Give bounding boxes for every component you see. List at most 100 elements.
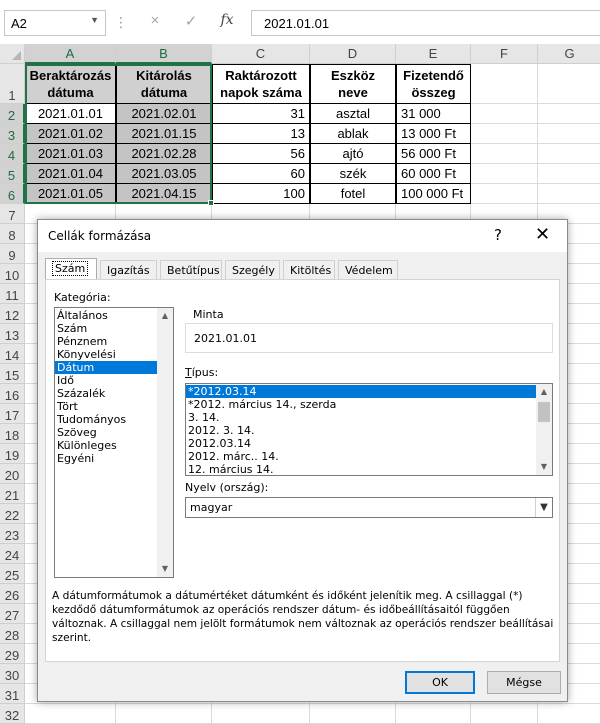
cancel-button[interactable]: Mégse <box>487 671 561 694</box>
row-header-32[interactable]: 32 <box>0 704 25 724</box>
scroll-thumb[interactable] <box>538 402 550 422</box>
cell[interactable] <box>471 104 538 124</box>
table-cell[interactable]: 100 <box>212 184 310 204</box>
cell[interactable] <box>471 704 538 724</box>
column-header-d[interactable]: D <box>310 44 396 64</box>
column-header-b[interactable]: B <box>116 44 212 64</box>
table-cell[interactable]: 2021.01.02 <box>25 124 116 144</box>
column-header-e[interactable]: E <box>396 44 471 64</box>
cell[interactable] <box>116 704 212 724</box>
table-cell[interactable]: 2021.01.03 <box>25 144 116 164</box>
table-header-cell[interactable]: Beraktározás dátuma <box>25 64 116 104</box>
table-header-cell[interactable]: Kitárolás dátuma <box>116 64 212 104</box>
cell[interactable] <box>538 104 600 124</box>
cell[interactable] <box>471 144 538 164</box>
scroll-up-icon[interactable]: ▲ <box>536 384 552 400</box>
row-header-23[interactable]: 23 <box>0 524 25 544</box>
table-cell[interactable]: 100 000 Ft <box>396 184 471 204</box>
row-header-16[interactable]: 16 <box>0 384 25 404</box>
category-item[interactable]: Könyvelési <box>55 348 157 361</box>
tab-3[interactable]: Betűtípus <box>160 260 222 280</box>
row-header-15[interactable]: 15 <box>0 364 25 384</box>
table-cell[interactable]: asztal <box>310 104 396 124</box>
cell[interactable] <box>538 144 600 164</box>
column-header-a[interactable]: A <box>25 44 116 64</box>
row-header-2[interactable]: 2 <box>0 104 25 124</box>
row-header-13[interactable]: 13 <box>0 324 25 344</box>
cell[interactable] <box>538 164 600 184</box>
cell[interactable] <box>471 184 538 204</box>
cell[interactable] <box>538 184 600 204</box>
type-item[interactable]: 3. 14. <box>186 411 536 424</box>
table-cell[interactable]: 2021.02.01 <box>116 104 212 124</box>
type-item[interactable]: 2012. 3. 14. <box>186 424 536 437</box>
type-list[interactable]: *2012.03.14 *2012. március 14., szerda 3. … <box>185 383 553 476</box>
fill-handle[interactable] <box>208 200 214 206</box>
type-item[interactable]: *2012.03.14 <box>186 385 536 398</box>
category-item[interactable]: Általános <box>55 309 157 322</box>
row-header-12[interactable]: 12 <box>0 304 25 324</box>
row-header-3[interactable]: 3 <box>0 124 25 144</box>
formula-bar-grip-icon[interactable]: ⋮ <box>114 14 128 31</box>
table-cell[interactable]: 31 000 <box>396 104 471 124</box>
category-item[interactable]: Tört <box>55 400 157 413</box>
category-item[interactable]: Különleges <box>55 439 157 452</box>
column-header-c[interactable]: C <box>212 44 310 64</box>
insert-function-icon[interactable]: fx <box>217 12 237 28</box>
row-header-27[interactable]: 27 <box>0 604 25 624</box>
type-item[interactable]: *2012. március 14., szerda <box>186 398 536 411</box>
cell[interactable] <box>471 124 538 144</box>
type-item[interactable]: 12. március 14. <box>186 463 536 475</box>
table-cell[interactable]: ajtó <box>310 144 396 164</box>
category-item[interactable]: Egyéni <box>55 452 157 465</box>
table-cell[interactable]: 2021.02.28 <box>116 144 212 164</box>
category-scrollbar[interactable]: ▲ ▼ <box>157 308 173 577</box>
name-box[interactable]: A2 ▼ <box>4 10 106 36</box>
chevron-down-icon[interactable]: ▼ <box>535 498 552 517</box>
row-header-10[interactable]: 10 <box>0 264 25 284</box>
formula-input[interactable]: 2021.01.01 <box>251 10 600 36</box>
close-icon[interactable]: ✕ <box>535 224 550 245</box>
row-header-18[interactable]: 18 <box>0 424 25 444</box>
cell[interactable] <box>538 704 600 724</box>
category-item[interactable]: Szám <box>55 322 157 335</box>
table-cell[interactable]: ablak <box>310 124 396 144</box>
locale-select[interactable]: magyar ▼ <box>185 497 553 518</box>
row-header-20[interactable]: 20 <box>0 464 25 484</box>
row-header-26[interactable]: 26 <box>0 584 25 604</box>
cell[interactable] <box>25 704 116 724</box>
table-cell[interactable]: 60 000 Ft <box>396 164 471 184</box>
table-header-cell[interactable]: Eszköz neve <box>310 64 396 104</box>
row-header-1[interactable]: 1 <box>0 64 25 104</box>
row-header-11[interactable]: 11 <box>0 284 25 304</box>
row-header-24[interactable]: 24 <box>0 544 25 564</box>
table-cell[interactable]: 2021.01.01 <box>25 104 116 124</box>
cell[interactable] <box>310 704 396 724</box>
table-cell[interactable]: 13 000 Ft <box>396 124 471 144</box>
column-header-g[interactable]: G <box>538 44 600 64</box>
column-header-f[interactable]: F <box>471 44 538 64</box>
type-item[interactable]: 2012. márc.. 14. <box>186 450 536 463</box>
cell[interactable] <box>471 164 538 184</box>
type-scrollbar[interactable]: ▲ ▼ <box>536 384 552 475</box>
row-header-28[interactable]: 28 <box>0 624 25 644</box>
scroll-down-icon[interactable]: ▼ <box>157 561 173 577</box>
scroll-up-icon[interactable]: ▲ <box>157 308 173 324</box>
row-header-17[interactable]: 17 <box>0 404 25 424</box>
row-header-8[interactable]: 8 <box>0 224 25 244</box>
enter-icon[interactable]: ✓ <box>181 12 201 30</box>
chevron-down-icon[interactable]: ▼ <box>90 15 99 25</box>
row-header-31[interactable]: 31 <box>0 684 25 704</box>
select-all-corner[interactable] <box>0 44 25 64</box>
table-cell[interactable]: 56 000 Ft <box>396 144 471 164</box>
table-cell[interactable]: szék <box>310 164 396 184</box>
tab-1[interactable]: Szám <box>45 258 97 281</box>
row-header-25[interactable]: 25 <box>0 564 25 584</box>
category-list[interactable]: Általános Szám Pénznem Könyvelési Dátum Idő Sz… <box>54 307 174 578</box>
table-cell[interactable]: 2021.01.15 <box>116 124 212 144</box>
table-cell[interactable]: 2021.04.15 <box>116 184 212 204</box>
category-item[interactable]: Szöveg <box>55 426 157 439</box>
cell[interactable] <box>396 704 471 724</box>
ok-button[interactable]: OK <box>405 671 475 694</box>
row-header-29[interactable]: 29 <box>0 644 25 664</box>
